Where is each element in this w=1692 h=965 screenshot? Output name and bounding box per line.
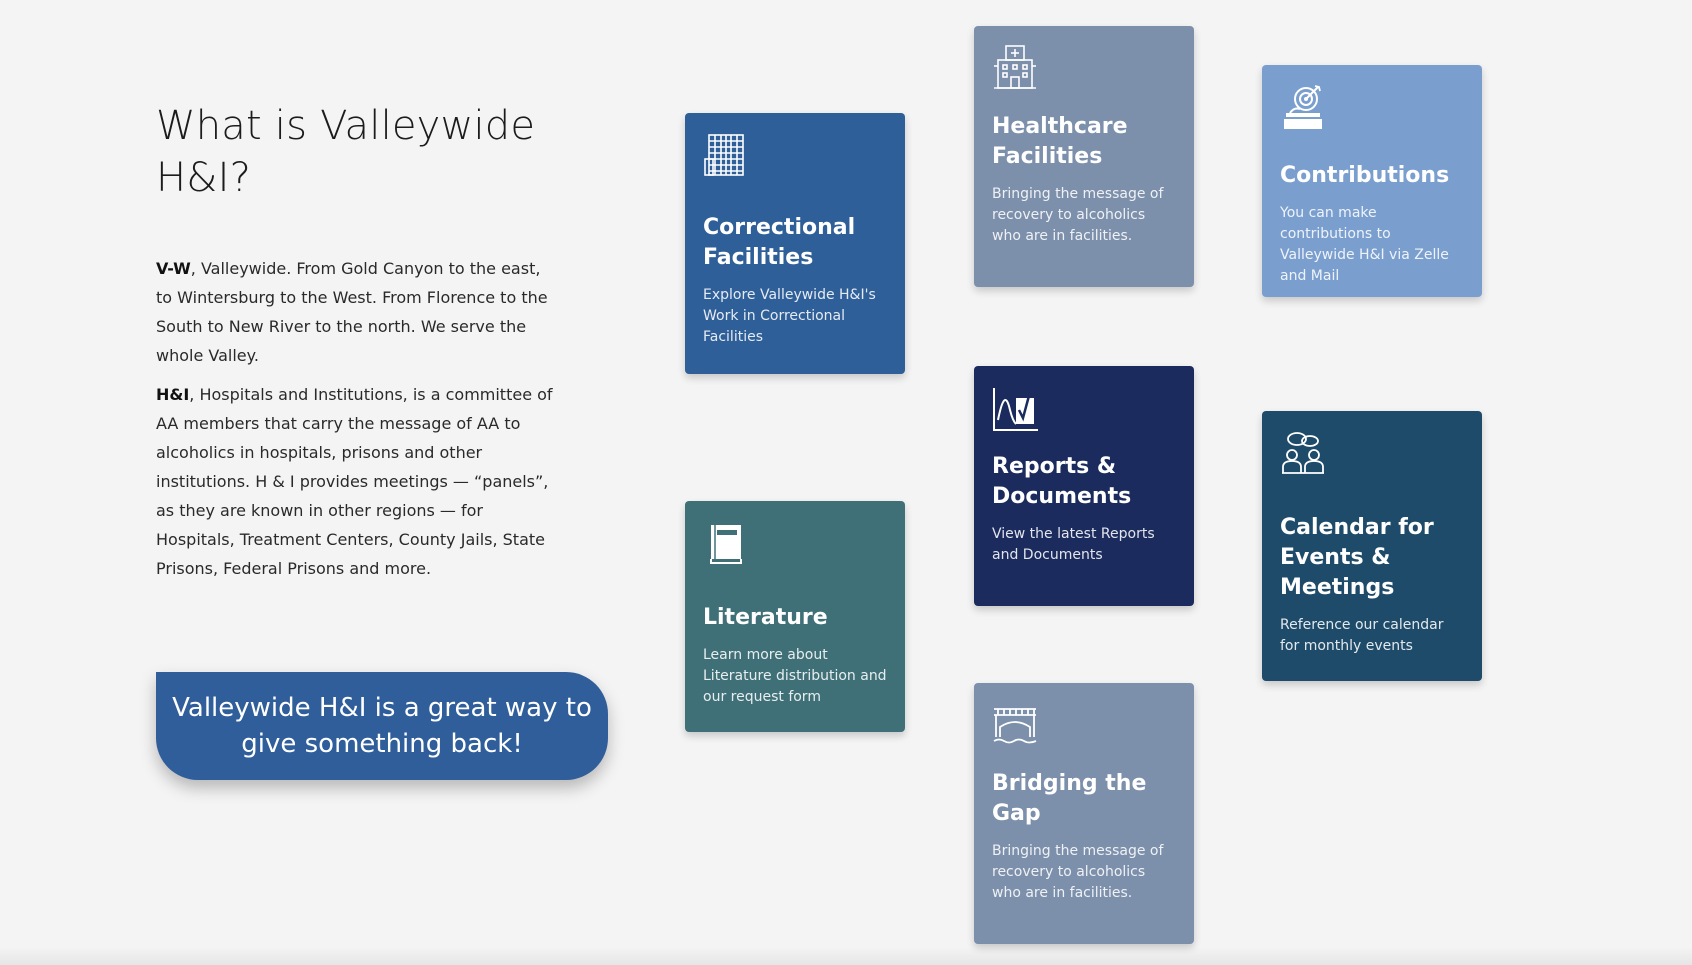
card-description: Learn more about Literature distribution… bbox=[703, 647, 887, 705]
building-icon bbox=[703, 131, 749, 179]
book-icon bbox=[703, 519, 749, 567]
bridge-icon bbox=[992, 701, 1038, 749]
card-description: Reference our calendar for monthly event… bbox=[1280, 617, 1444, 654]
intro-section: What is Valleywide H&I? V-W, Valleywide.… bbox=[156, 100, 576, 593]
donation-target-icon bbox=[1280, 83, 1326, 131]
card-title: Literature bbox=[703, 605, 828, 630]
card-title: Correctional Facilities bbox=[703, 215, 856, 270]
card-title: Healthcare Facilities bbox=[992, 114, 1128, 169]
meeting-people-icon bbox=[1280, 429, 1326, 477]
hospital-icon bbox=[992, 44, 1038, 92]
intro-body: V-W, Valleywide. From Gold Canyon to the… bbox=[156, 254, 556, 583]
card-title: Calendar for Events & Meetings bbox=[1280, 515, 1434, 600]
card-correctional-facilities[interactable]: Correctional Facilities Explore Valleywi… bbox=[685, 113, 905, 374]
card-bridging-the-gap[interactable]: Bridging the Gap Bringing the message of… bbox=[974, 683, 1194, 944]
hi-term: H&I bbox=[156, 385, 190, 404]
page-title: What is Valleywide H&I? bbox=[156, 103, 536, 201]
card-healthcare-facilities[interactable]: Healthcare Facilities Bringing the messa… bbox=[974, 26, 1194, 287]
vw-description: , Valleywide. From Gold Canyon to the ea… bbox=[156, 259, 548, 365]
page-bottom-shadow bbox=[0, 947, 1692, 965]
hi-description: , Hospitals and Institutions, is a commi… bbox=[156, 385, 553, 578]
card-contributions[interactable]: Contributions You can make contributions… bbox=[1262, 65, 1482, 297]
card-description: View the latest Reports and Documents bbox=[992, 526, 1155, 563]
card-calendar-events-meetings[interactable]: Calendar for Events & Meetings Reference… bbox=[1262, 411, 1482, 681]
card-title: Reports & Documents bbox=[992, 454, 1132, 509]
card-title: Contributions bbox=[1280, 163, 1450, 188]
intro-paragraph-hi: H&I, Hospitals and Institutions, is a co… bbox=[156, 380, 556, 583]
card-description: Bringing the message of recovery to alco… bbox=[992, 186, 1164, 244]
card-description: Explore Valleywide H&I's Work in Correct… bbox=[703, 287, 876, 345]
card-title: Bridging the Gap bbox=[992, 771, 1147, 826]
vw-term: V-W bbox=[156, 259, 191, 278]
chart-report-icon bbox=[992, 384, 1038, 432]
card-description: You can make contributions to Valleywide… bbox=[1280, 205, 1449, 284]
card-description: Bringing the message of recovery to alco… bbox=[992, 843, 1164, 901]
card-reports-documents[interactable]: Reports & Documents View the latest Repo… bbox=[974, 366, 1194, 606]
give-back-button[interactable]: Valleywide H&I is a great way to give so… bbox=[156, 672, 608, 780]
intro-paragraph-vw: V-W, Valleywide. From Gold Canyon to the… bbox=[156, 254, 556, 370]
card-literature[interactable]: Literature Learn more about Literature d… bbox=[685, 501, 905, 732]
